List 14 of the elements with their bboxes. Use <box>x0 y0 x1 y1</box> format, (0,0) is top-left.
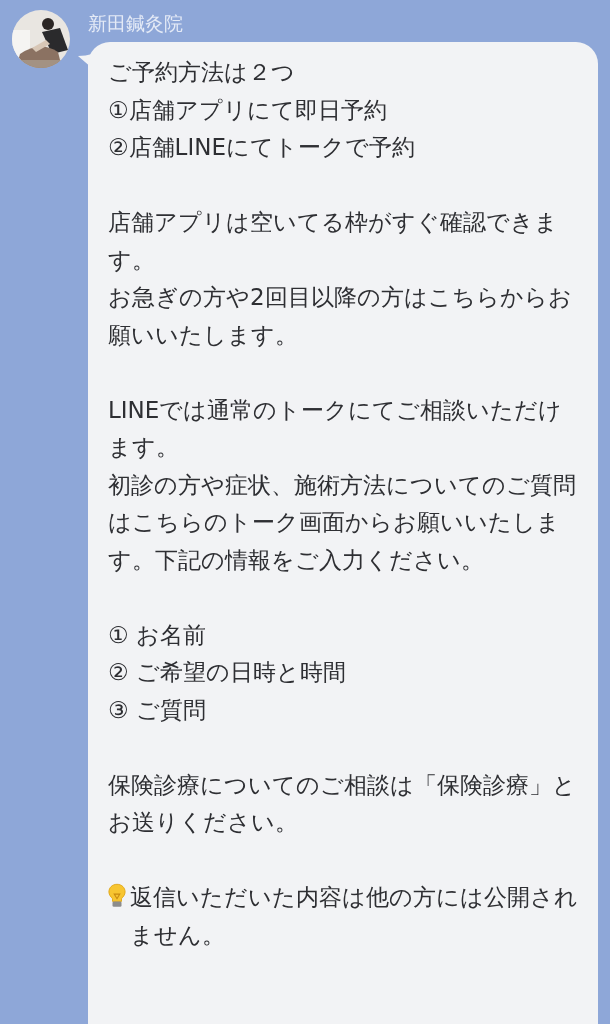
sender-name: 新田鍼灸院 <box>88 11 184 36</box>
message-text: ① お名前 <box>108 620 207 650</box>
message-text: ③ ご質問 <box>108 695 207 725</box>
message-text: ② ご希望の日時と時間 <box>108 658 347 687</box>
message-text: 保険診療についてのご相談は「保険診療」とお送りください。 <box>108 770 577 837</box>
message-text: LINEでは通常のトークにてご相談いただけます。 <box>108 395 564 462</box>
message-text: お急ぎの方や2回目以降の方はこちらからお願いいたします。 <box>108 283 573 350</box>
lightbulb-icon <box>108 883 126 909</box>
message-text: ①店舗アプリにて即日予約 <box>108 95 388 125</box>
message-text: 初診の方や症状、施術方法についてのご質問はこちらのトーク画面からお願いいたします。下記の情報をご入力ください。 <box>108 470 577 575</box>
message-text: ②店舗LINEにてトークで予約 <box>108 133 416 162</box>
message-text: ご予約方法は２つ <box>108 58 296 87</box>
message-text: 返信いただいた内容は他の方には公開されません。 <box>130 883 579 950</box>
message-text: 店舗アプリは空いてる枠がすぐ確認できます。 <box>108 208 559 275</box>
